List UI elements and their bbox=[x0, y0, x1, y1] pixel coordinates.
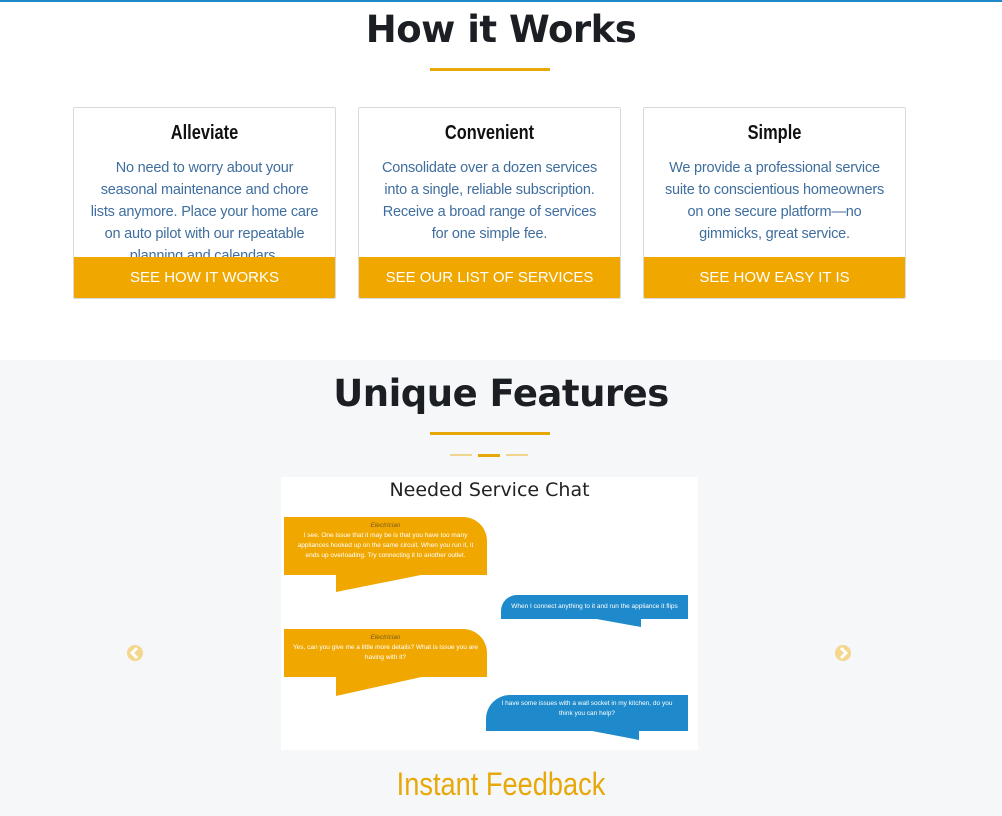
slide-caption: Instant Feedback bbox=[396, 766, 606, 802]
chat-bubble-electrician: Electrician Yes, can you give me a littl… bbox=[284, 629, 487, 677]
chevron-right-icon bbox=[835, 645, 851, 661]
carousel-indicator-2[interactable] bbox=[478, 453, 500, 457]
card-simple: Simple We provide a professional service… bbox=[643, 107, 906, 299]
card-description: No need to worry about your seasonal mai… bbox=[90, 160, 319, 264]
title-underline bbox=[430, 68, 550, 71]
card-title: Alleviate bbox=[170, 122, 239, 144]
card-description: We provide a professional service suite … bbox=[664, 160, 885, 242]
chat-bubble-user: I have some issues with a wall socket in… bbox=[486, 695, 688, 731]
chat-bubble-tail bbox=[587, 730, 639, 740]
chat-bubble-tail bbox=[591, 618, 641, 627]
carousel-prev-button[interactable] bbox=[126, 644, 144, 662]
card-title: Convenient bbox=[444, 122, 535, 144]
how-it-works-title: How it Works bbox=[365, 8, 637, 51]
chat-message: I have some issues with a wall socket in… bbox=[501, 700, 673, 717]
carousel-indicator-1[interactable] bbox=[450, 454, 472, 456]
title-underline bbox=[430, 432, 550, 435]
chat-speaker: Electrician bbox=[370, 522, 401, 529]
chat-bubble-electrician: Electrician I see. One issue that it may… bbox=[284, 517, 487, 575]
how-it-works-section: How it Works Alleviate No need to worry … bbox=[0, 2, 1002, 360]
card-alleviate: Alleviate No need to worry about your se… bbox=[73, 107, 336, 299]
carousel-indicators bbox=[450, 453, 530, 457]
chat-bubble-user: When I connect anything to it and run th… bbox=[501, 595, 688, 626]
carousel-next-button[interactable] bbox=[834, 644, 852, 662]
slide-title: Needed Service Chat bbox=[389, 479, 590, 501]
chevron-left-icon bbox=[127, 645, 143, 661]
chat-speaker: Electrician bbox=[370, 634, 401, 641]
carousel-indicator-3[interactable] bbox=[506, 454, 528, 456]
see-how-it-works-button[interactable]: SEE HOW IT WORKS bbox=[74, 257, 335, 298]
see-how-easy-button[interactable]: SEE HOW EASY IT IS bbox=[644, 257, 905, 298]
chat-message: Yes, can you give me a little more detai… bbox=[292, 644, 479, 661]
carousel-slide: Needed Service Chat Electrician I see. O… bbox=[281, 477, 698, 750]
chat-message: I see. One issue that it may be is that … bbox=[297, 532, 474, 559]
card-description: Consolidate over a dozen services into a… bbox=[381, 160, 598, 242]
chat-bubble-tail bbox=[336, 574, 426, 592]
unique-features-section: Unique Features Needed Service Chat Elec… bbox=[0, 360, 1002, 816]
card-convenient: Convenient Consolidate over a dozen serv… bbox=[358, 107, 621, 299]
unique-features-title: Unique Features bbox=[333, 372, 669, 415]
see-list-of-services-button[interactable]: SEE OUR LIST OF SERVICES bbox=[359, 257, 620, 298]
card-title: Simple bbox=[747, 122, 802, 144]
chat-bubble-tail bbox=[336, 676, 426, 696]
